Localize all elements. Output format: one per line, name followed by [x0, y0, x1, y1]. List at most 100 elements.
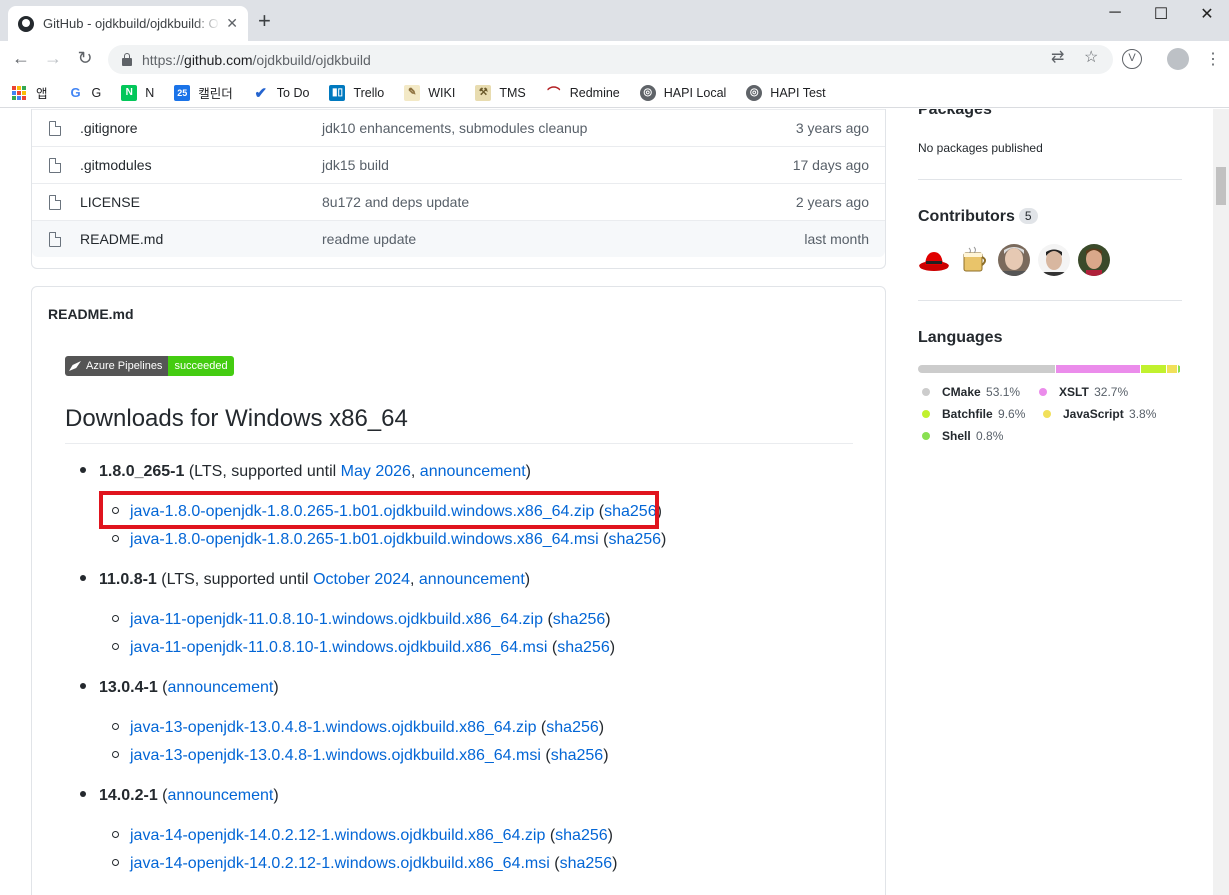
announcement-link[interactable]: announcement — [168, 679, 274, 696]
reload-button[interactable]: ↻ — [73, 48, 97, 69]
address-bar[interactable]: https://github.com/ojdkbuild/ojdkbuild — [108, 45, 1113, 74]
separator: , — [410, 463, 420, 480]
close-tab-icon[interactable]: ✕ — [226, 15, 238, 32]
file-name-link[interactable]: LICENSE — [80, 194, 140, 210]
bookmark-calendar[interactable]: 25 캘린더 — [174, 83, 233, 102]
language-item[interactable]: JavaScript 3.8% — [1043, 407, 1156, 421]
support-until-link[interactable]: May 2026 — [341, 463, 411, 480]
commit-message-link[interactable]: readme update — [322, 231, 416, 247]
language-dot-icon — [1039, 388, 1047, 396]
announcement-link[interactable]: announcement — [168, 787, 274, 804]
language-item[interactable]: XSLT 32.7% — [1039, 385, 1128, 399]
bookmark-google[interactable]: G G — [67, 84, 102, 101]
build-status-badge[interactable]: Azure Pipelines succeeded — [65, 356, 234, 376]
release-version: 13.0.4-1 — [99, 679, 158, 696]
bookmark-trello[interactable]: ▮▯ Trello — [329, 84, 384, 101]
download-link[interactable]: java-13-openjdk-13.0.4.8-1.windows.ojdkb… — [130, 719, 536, 736]
release-version: 1.8.0_265-1 — [99, 463, 185, 480]
commit-message-link[interactable]: 8u172 and deps update — [322, 194, 469, 210]
contributor-avatar[interactable] — [998, 244, 1030, 276]
commit-message-link[interactable]: jdk10 enhancements, submodules cleanup — [322, 120, 587, 136]
scrollbar-thumb[interactable] — [1216, 167, 1226, 205]
file-row[interactable]: LICENSE 8u172 and deps update 2 years ag… — [32, 183, 885, 220]
contributor-avatar[interactable] — [1038, 244, 1070, 276]
packages-title[interactable]: Packages — [918, 109, 992, 119]
maximize-button[interactable]: ☐ — [1138, 4, 1184, 24]
announcement-link[interactable]: announcement — [420, 463, 526, 480]
file-name-link[interactable]: .gitmodules — [80, 157, 152, 173]
bookmark-todo[interactable]: ✔ To Do — [252, 84, 309, 102]
naver-icon: N — [121, 84, 138, 101]
star-icon[interactable]: ☆ — [1084, 47, 1098, 67]
contributor-avatar[interactable] — [918, 244, 950, 276]
badge-label: Azure Pipelines — [65, 356, 169, 376]
bookmark-label: G — [91, 85, 102, 100]
support-until-link[interactable]: October 2024 — [313, 571, 410, 588]
language-item[interactable]: CMake 53.1% — [922, 385, 1020, 399]
bookmark-tms[interactable]: ⚒ TMS — [475, 84, 526, 101]
bullet-icon — [112, 535, 119, 542]
minimize-button[interactable]: ─ — [1092, 4, 1138, 22]
download-link[interactable]: java-14-openjdk-14.0.2.12-1.windows.ojdk… — [130, 855, 550, 872]
sha256-link[interactable]: sha256 — [609, 531, 662, 548]
language-bar-segment — [1056, 365, 1141, 373]
download-link[interactable]: java-14-openjdk-14.0.2.12-1.windows.ojdk… — [130, 827, 545, 844]
download-link[interactable]: java-1.8.0-openjdk-1.8.0.265-1.b01.ojdkb… — [130, 531, 599, 548]
languages-title: Languages — [918, 329, 1003, 346]
trello-icon: ▮▯ — [329, 84, 346, 101]
close-window-button[interactable]: ✕ — [1184, 4, 1229, 24]
sha256-link[interactable]: sha256 — [560, 855, 613, 872]
contributor-avatar[interactable] — [958, 244, 990, 276]
contributors-title[interactable]: Contributors 5 — [918, 208, 1038, 226]
file-name-link[interactable]: .gitignore — [80, 120, 138, 136]
language-percent: 32.7% — [1094, 385, 1129, 399]
language-dot-icon — [922, 388, 930, 396]
release-item: 14.0.2-1 (announcement) — [80, 787, 279, 805]
download-link[interactable]: java-13-openjdk-13.0.4.8-1.windows.ojdkb… — [130, 747, 541, 764]
bookmark-naver[interactable]: N N — [121, 84, 154, 101]
file-row[interactable]: .gitmodules jdk15 build 17 days ago — [32, 146, 885, 183]
bookmark-label: HAPI Test — [770, 85, 826, 100]
file-row[interactable]: .gitignore jdk10 enhancements, submodule… — [32, 109, 885, 146]
file-row[interactable]: README.md readme update last month — [32, 220, 885, 257]
bookmark-hapi-test[interactable]: ◎ HAPI Test — [746, 84, 826, 101]
sha256-link[interactable]: sha256 — [555, 827, 608, 844]
contributor-avatar[interactable] — [1078, 244, 1110, 276]
bookmark-hapi-local[interactable]: ◎ HAPI Local — [639, 84, 726, 101]
sha256-link[interactable]: sha256 — [553, 611, 606, 628]
language-name: Shell — [942, 429, 971, 443]
language-item[interactable]: Shell 0.8% — [922, 429, 1003, 443]
browser-tab[interactable]: GitHub - ojdkbuild/ojdkbuild: O ✕ — [8, 6, 248, 41]
commit-message-link[interactable]: jdk15 build — [322, 157, 389, 173]
readme-header: README.md — [48, 306, 134, 322]
tab-title: GitHub - ojdkbuild/ojdkbuild: O — [43, 16, 219, 31]
bookmark-wiki[interactable]: ✎ WIKI — [404, 84, 455, 101]
download-link[interactable]: java-11-openjdk-11.0.8.10-1.windows.ojdk… — [130, 611, 543, 628]
forward-button[interactable]: → — [41, 48, 65, 69]
profile-avatar-icon[interactable] — [1167, 48, 1189, 70]
release-note: (LTS, supported until — [156, 571, 314, 588]
download-link[interactable]: java-11-openjdk-11.0.8.10-1.windows.ojdk… — [130, 639, 547, 656]
language-percent: 0.8% — [976, 429, 1004, 443]
announcement-link[interactable]: announcement — [419, 571, 525, 588]
bookmark-redmine[interactable]: ⌒ Redmine — [545, 84, 620, 101]
back-button[interactable]: ← — [9, 48, 33, 69]
download-item: java-13-openjdk-13.0.4.8-1.windows.ojdkb… — [112, 719, 604, 737]
page-scrollbar[interactable] — [1213, 109, 1229, 895]
file-name-link[interactable]: README.md — [80, 231, 163, 247]
release-note: ( — [157, 787, 168, 804]
translate-icon[interactable]: ⇄ — [1051, 47, 1064, 67]
sha256-link[interactable]: sha256 — [546, 719, 599, 736]
sha256-link[interactable]: sha256 — [557, 639, 610, 656]
browser-toolbar: ← → ↻ https://github.com/ojdkbuild/ojdkb… — [0, 41, 1229, 78]
badge-left-text: Azure Pipelines — [86, 360, 163, 372]
sha256-link[interactable]: sha256 — [551, 747, 604, 764]
browser-menu-icon[interactable]: ⋮ — [1205, 49, 1221, 69]
extension-icon[interactable]: V — [1122, 49, 1142, 69]
language-percent: 53.1% — [986, 385, 1021, 399]
bookmark-apps[interactable]: 앱 — [12, 83, 48, 102]
language-item[interactable]: Batchfile 9.6% — [922, 407, 1025, 421]
languages-bar — [918, 365, 1181, 373]
bookmark-label: TMS — [499, 85, 526, 100]
new-tab-button[interactable]: + — [258, 10, 271, 32]
